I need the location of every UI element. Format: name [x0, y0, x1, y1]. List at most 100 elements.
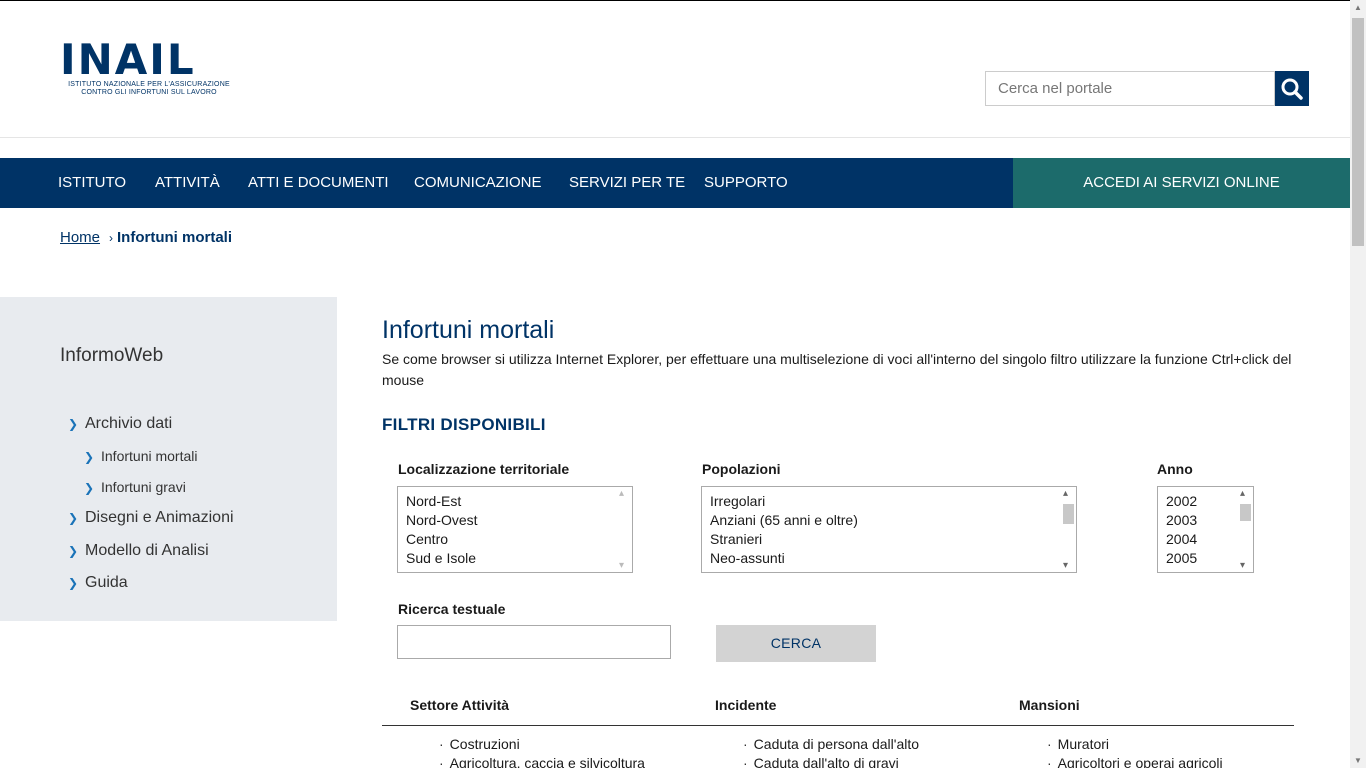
chevron-right-icon: ❯: [84, 481, 95, 495]
column-header-mansioni: Mansioni: [1019, 697, 1080, 713]
logo-subtitle-line-2: CONTRO GLI INFORTUNI SUL LAVORO: [81, 89, 217, 96]
listbox-scrollbar[interactable]: ▴ ▾: [616, 487, 632, 572]
sidebar-item-label: Guida: [85, 574, 128, 591]
chevron-up-icon[interactable]: ▴: [1240, 488, 1245, 499]
chevron-right-icon: ❯: [68, 417, 79, 431]
nav-item-supporto[interactable]: SUPPORTO: [704, 158, 788, 208]
column-divider: [382, 725, 1294, 726]
nav-item-attivita[interactable]: ATTIVITÀ: [155, 158, 220, 208]
anno-select[interactable]: 2002 2003 2004 2005 ▴ ▾: [1157, 486, 1254, 573]
select-option[interactable]: 2003: [1158, 511, 1197, 530]
filters-title: FILTRI DISPONIBILI: [382, 415, 546, 434]
bullet-icon: ·: [439, 755, 444, 768]
chevron-up-icon[interactable]: ▴: [619, 488, 624, 499]
select-option[interactable]: Anziani (65 anni e oltre): [702, 511, 858, 530]
main-nav: ISTITUTO ATTIVITÀ ATTI E DOCUMENTI COMUN…: [0, 158, 1350, 208]
inail-logo[interactable]: INAIL ISTITUTO NAZIONALE PER L'ASSICURAZ…: [60, 35, 240, 101]
search-input[interactable]: [985, 71, 1275, 106]
popolazioni-label: Popolazioni: [702, 461, 781, 477]
column-header-incidente: Incidente: [715, 697, 777, 713]
list-item[interactable]: · Caduta dall'alto di gravi: [743, 754, 899, 768]
list-item[interactable]: · Costruzioni: [439, 735, 520, 754]
cerca-button[interactable]: CERCA: [716, 625, 876, 662]
list-item[interactable]: · Agricoltori e operai agricoli: [1047, 754, 1223, 768]
list-item[interactable]: · Caduta di persona dall'alto: [743, 735, 919, 754]
select-option[interactable]: 2004: [1158, 530, 1197, 549]
list-item-label: Costruzioni: [449, 736, 520, 752]
page-scrollbar[interactable]: ▲ ▼: [1350, 0, 1366, 768]
page-description: Se come browser si utilizza Internet Exp…: [382, 351, 1292, 388]
breadcrumb-home[interactable]: Home: [60, 229, 100, 246]
bullet-icon: ·: [743, 736, 748, 752]
select-option[interactable]: Nord-Est: [398, 492, 478, 511]
text-search-input[interactable]: [397, 625, 671, 659]
select-option[interactable]: Nord-Ovest: [398, 511, 478, 530]
select-option[interactable]: 2002: [1158, 492, 1197, 511]
select-option[interactable]: Neo-assunti: [702, 549, 858, 568]
list-item-label: Agricoltura, caccia e silvicoltura: [449, 755, 645, 768]
scroll-thumb[interactable]: [1240, 504, 1251, 521]
chevron-right-icon: ❯: [68, 544, 79, 558]
select-option[interactable]: Centro: [398, 530, 478, 549]
chevron-right-icon: ❯: [84, 450, 95, 464]
chevron-up-icon[interactable]: ▴: [1063, 488, 1068, 499]
listbox-scrollbar[interactable]: ▴ ▾: [1060, 487, 1076, 572]
page-scroll-thumb[interactable]: [1352, 18, 1364, 246]
popolazioni-select[interactable]: Irregolari Anziani (65 anni e oltre) Str…: [701, 486, 1077, 573]
list-item[interactable]: · Agricoltura, caccia e silvicoltura: [439, 754, 645, 768]
bullet-icon: ·: [439, 736, 444, 752]
chevron-down-icon[interactable]: ▾: [619, 560, 624, 571]
list-item[interactable]: · Muratori: [1047, 735, 1109, 754]
bullet-icon: ·: [743, 755, 748, 768]
list-item-label: Muratori: [1057, 736, 1110, 752]
select-option[interactable]: Irregolari: [702, 492, 858, 511]
sidebar-item-label: Archivio dati: [85, 415, 173, 432]
site-header: INAIL ISTITUTO NAZIONALE PER L'ASSICURAZ…: [0, 0, 1350, 138]
nav-item-servizi[interactable]: SERVIZI PER TE: [569, 158, 685, 208]
bullet-icon: ·: [1047, 736, 1052, 752]
nav-item-comunicazione[interactable]: COMUNICAZIONE: [414, 158, 542, 208]
select-option[interactable]: Sud e Isole: [398, 549, 478, 568]
scroll-up-icon[interactable]: ▲: [1354, 3, 1362, 12]
page-title: Infortuni mortali: [382, 316, 555, 344]
logo-wordmark: INAIL: [60, 35, 196, 84]
anno-label: Anno: [1157, 461, 1193, 477]
sidebar-item-archivio[interactable]: ❯ Archivio dati: [68, 415, 172, 433]
listbox-scrollbar[interactable]: ▴ ▾: [1237, 487, 1253, 572]
sidebar-title: InformoWeb: [60, 345, 164, 366]
select-option[interactable]: 2005: [1158, 549, 1197, 568]
bullet-icon: ·: [1047, 755, 1052, 768]
select-option[interactable]: Stranieri: [702, 530, 858, 549]
localizzazione-label: Localizzazione territoriale: [398, 461, 570, 477]
list-item-label: Agricoltori e operai agricoli: [1057, 755, 1223, 768]
breadcrumb-current: Infortuni mortali: [117, 229, 233, 246]
online-services-button[interactable]: ACCEDI AI SERVIZI ONLINE: [1013, 158, 1350, 208]
scroll-down-icon[interactable]: ▼: [1354, 756, 1362, 765]
chevron-right-icon: ❯: [68, 511, 79, 525]
list-item-label: Caduta di persona dall'alto: [753, 736, 920, 752]
chevron-down-icon[interactable]: ▾: [1063, 560, 1068, 571]
nav-item-atti-documenti[interactable]: ATTI E DOCUMENTI: [248, 158, 389, 208]
column-header-settore: Settore Attività: [410, 697, 510, 713]
search-button[interactable]: [1275, 71, 1309, 106]
chevron-down-icon[interactable]: ▾: [1240, 560, 1245, 571]
sidebar-item-modello[interactable]: ❯ Modello di Analisi: [68, 542, 209, 560]
logo-subtitle: ISTITUTO NAZIONALE PER L'ASSICURAZIONE C…: [60, 81, 238, 97]
localizzazione-select[interactable]: Nord-Est Nord-Ovest Centro Sud e Isole ▴…: [397, 486, 633, 573]
text-search-label: Ricerca testuale: [398, 601, 506, 617]
sidebar-item-disegni[interactable]: ❯ Disegni e Animazioni: [68, 509, 234, 527]
sidebar-item-infortuni-mortali[interactable]: ❯ Infortuni mortali: [84, 448, 197, 464]
list-item-label: Caduta dall'alto di gravi: [753, 755, 899, 768]
chevron-right-icon: ❯: [68, 576, 79, 590]
breadcrumb: Home › Infortuni mortali: [60, 229, 232, 246]
sidebar-item-label: Disegni e Animazioni: [85, 509, 234, 526]
search-box: [985, 71, 1309, 106]
sidebar-item-infortuni-gravi[interactable]: ❯ Infortuni gravi: [84, 479, 186, 495]
sidebar-item-guida[interactable]: ❯ Guida: [68, 574, 128, 592]
chevron-right-icon: ›: [109, 231, 114, 245]
scroll-thumb[interactable]: [1063, 504, 1074, 524]
logo-subtitle-line-1: ISTITUTO NAZIONALE PER L'ASSICURAZIONE: [68, 81, 230, 88]
sidebar-item-label: Modello di Analisi: [85, 542, 209, 559]
nav-item-istituto[interactable]: ISTITUTO: [58, 158, 126, 208]
sidebar-item-label: Infortuni gravi: [101, 479, 186, 495]
